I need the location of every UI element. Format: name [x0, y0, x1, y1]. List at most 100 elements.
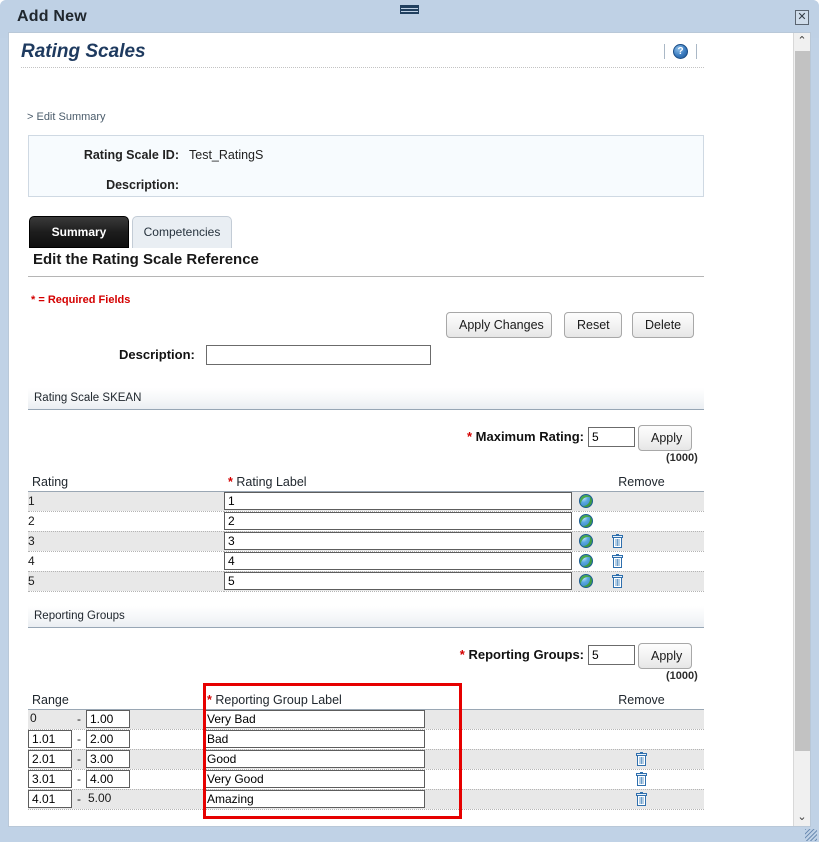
globe-icon[interactable] [579, 514, 593, 529]
section-title: Edit the Rating Scale Reference [33, 251, 259, 268]
rating-value-cell: 2 [28, 511, 224, 532]
rating-label-input[interactable] [224, 572, 572, 590]
trash-icon[interactable] [636, 752, 647, 767]
close-icon[interactable]: ✕ [795, 10, 809, 25]
range-to-input[interactable] [86, 730, 130, 748]
separator-right [696, 44, 697, 59]
page-content: Rating Scales ? > Edit Summary Rating Sc… [9, 33, 795, 826]
required-asterisk: * [459, 647, 465, 662]
rating-label-cell [224, 511, 579, 532]
trash-icon[interactable] [636, 792, 647, 807]
delete-button-top[interactable]: Delete [632, 312, 694, 338]
table-row: 2 [28, 511, 704, 532]
table-row: - [28, 749, 704, 770]
range-dash: - [77, 712, 81, 726]
reporting-group-label-input[interactable] [203, 730, 425, 748]
table-row: 0- [28, 709, 704, 730]
reporting-groups-label-text: Reporting Groups: [468, 647, 584, 662]
description-label: Description: [119, 347, 195, 362]
scroll-down-icon[interactable]: ⌄ [794, 809, 810, 826]
reporting-group-label-cell [203, 729, 579, 750]
apply-reporting-groups-button[interactable]: Apply [638, 643, 692, 669]
breadcrumb[interactable]: > Edit Summary [27, 111, 106, 123]
tab-summary[interactable]: Summary [29, 216, 129, 248]
reporting-group-label-input[interactable] [203, 750, 425, 768]
maximum-rating-hint: (1000) [666, 452, 698, 464]
column-reporting-group-label-text: Reporting Group Label [215, 692, 342, 707]
range-to-input[interactable] [86, 710, 130, 728]
resize-grip-icon[interactable] [805, 829, 817, 841]
globe-icon[interactable] [579, 534, 593, 549]
range-cell: - [28, 769, 203, 790]
reporting-group-remove-cell [579, 749, 704, 770]
trash-icon[interactable] [612, 574, 623, 589]
rating-label-cell [224, 491, 579, 512]
column-remove: Remove [579, 471, 704, 492]
help-icon[interactable]: ? [673, 44, 688, 59]
rating-value-cell: 4 [28, 551, 224, 572]
rating-scale-table: Rating * Rating Label Remove 12345 [28, 471, 704, 592]
globe-icon[interactable] [579, 494, 593, 509]
range-dash: - [77, 792, 81, 806]
globe-icon[interactable] [579, 554, 593, 569]
tab-competencies[interactable]: Competencies [132, 216, 232, 248]
trash-icon[interactable] [612, 554, 623, 569]
section-divider [28, 276, 704, 277]
rating-label-input[interactable] [224, 532, 572, 550]
vertical-scrollbar[interactable]: ⌃ ⌄ [793, 33, 810, 826]
scroll-up-icon[interactable]: ⌃ [794, 33, 810, 50]
reporting-group-remove-cell [579, 729, 704, 750]
drag-handle-icon[interactable] [400, 5, 419, 14]
range-dash: - [77, 732, 81, 746]
table-header-row: Rating * Rating Label Remove [28, 471, 704, 492]
column-range: Range [28, 689, 203, 710]
rating-scale-summary-box: Rating Scale ID: Test_RatingS Descriptio… [28, 135, 704, 197]
required-fields-note: * = Required Fields [31, 294, 131, 306]
reporting-group-label-input[interactable] [203, 790, 425, 808]
maximum-rating-input[interactable] [588, 427, 635, 447]
scrollbar-thumb[interactable] [795, 51, 810, 751]
help-area: ? [664, 43, 714, 63]
rating-label-input[interactable] [224, 512, 572, 530]
dialog-content-frame: Rating Scales ? > Edit Summary Rating Sc… [8, 32, 811, 827]
column-rating-label-text: Rating Label [236, 474, 307, 489]
table-row: - [28, 769, 704, 790]
globe-icon[interactable] [579, 574, 593, 589]
column-rating-label: * Rating Label [224, 471, 579, 492]
column-rating: Rating [28, 471, 224, 492]
reporting-group-label-input[interactable] [203, 710, 425, 728]
rating-label-input[interactable] [224, 552, 572, 570]
range-to-input[interactable] [86, 770, 130, 788]
trash-icon[interactable] [612, 534, 623, 549]
rating-label-input[interactable] [224, 492, 572, 510]
rating-scale-id-label: Rating Scale ID: [83, 148, 179, 162]
reporting-groups-input[interactable] [588, 645, 635, 665]
range-to-value: 5.00 [88, 791, 112, 806]
reporting-groups-table: Range * Reporting Group Label Remove 0--… [28, 689, 704, 810]
range-from-input[interactable] [28, 750, 72, 768]
range-from-input[interactable] [28, 790, 72, 808]
reset-button-top[interactable]: Reset [564, 312, 622, 338]
rating-scale-section-bar: Rating Scale SKEAN [28, 388, 704, 410]
apply-changes-button-top[interactable]: Apply Changes [446, 312, 552, 338]
column-remove: Remove [579, 689, 704, 710]
rating-label-cell [224, 531, 579, 552]
trash-icon[interactable] [636, 772, 647, 787]
reporting-group-label-cell [203, 789, 579, 810]
apply-maximum-rating-button[interactable]: Apply [638, 425, 692, 451]
summary-description-label: Description: [106, 178, 179, 192]
rating-label-cell [224, 571, 579, 592]
reporting-group-remove-cell [579, 709, 704, 730]
range-from-input[interactable] [28, 770, 72, 788]
range-to-input[interactable] [86, 750, 130, 768]
table-row: 1 [28, 491, 704, 512]
reporting-group-label-input[interactable] [203, 770, 425, 788]
required-asterisk: * [228, 474, 233, 489]
range-from-value: 0 [30, 711, 37, 726]
reporting-groups-label: * Reporting Groups: [404, 647, 584, 662]
description-input[interactable] [206, 345, 431, 365]
page-title: Rating Scales [21, 41, 146, 62]
reporting-group-remove-cell [579, 769, 704, 790]
range-from-input[interactable] [28, 730, 72, 748]
rating-value-cell: 3 [28, 531, 224, 552]
